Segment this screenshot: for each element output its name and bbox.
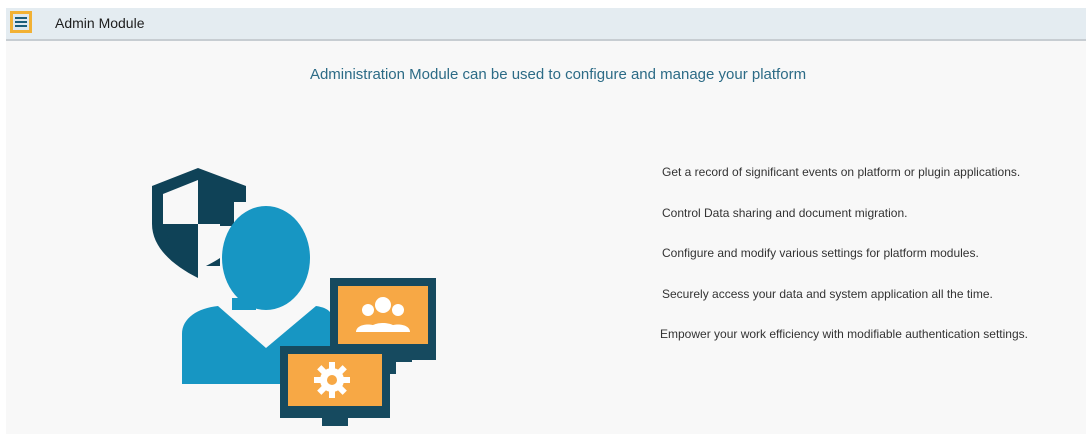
page-headline: Administration Module can be used to con… [309,66,807,83]
feature-item: Empower your work efficiency with modifi… [660,327,1028,341]
monitor-gear-icon [280,346,390,426]
feature-item: Configure and modify various settings fo… [662,246,979,260]
feature-item: Get a record of significant events on pl… [662,165,1021,179]
top-bar: Admin Module [6,8,1086,41]
feature-item: Securely access your data and system app… [662,286,993,301]
admin-module-page: Admin Module Administration Module can b… [6,8,1086,434]
admin-illustration [152,168,436,426]
hamburger-menu-button[interactable] [10,11,32,33]
hamburger-menu-icon [15,17,27,27]
module-title: Admin Module [55,15,145,31]
feature-item: Control Data sharing and document migrat… [662,205,908,220]
feature-list: Get a record of significant events on pl… [660,165,1082,368]
